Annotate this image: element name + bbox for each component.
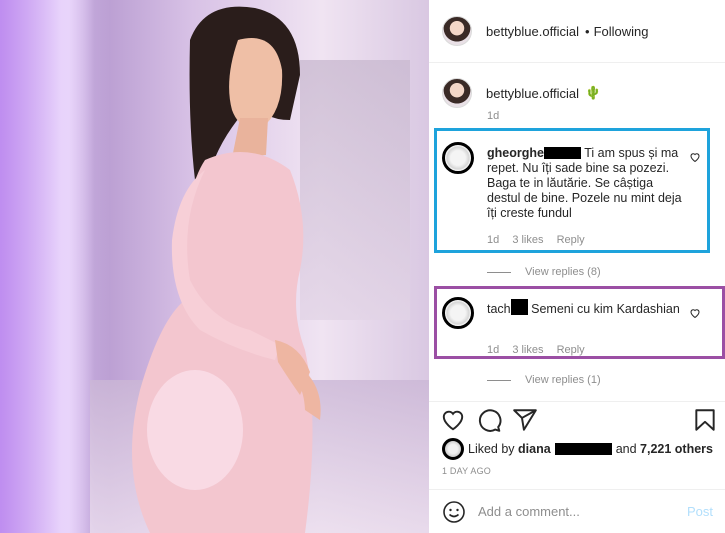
- view-replies-label: View replies (1): [525, 374, 601, 386]
- emoji-icon[interactable]: [442, 500, 466, 524]
- view-replies-label: View replies (8): [525, 266, 601, 278]
- comment-input[interactable]: [478, 504, 668, 519]
- likes-and: and: [615, 442, 637, 456]
- post-header: bettyblue.official • Following: [429, 0, 725, 63]
- liker-username[interactable]: diana: [518, 442, 551, 456]
- caption-avatar[interactable]: [442, 78, 472, 108]
- post-photo[interactable]: [0, 0, 429, 533]
- post-button[interactable]: Post: [687, 504, 713, 519]
- share-icon[interactable]: [512, 407, 538, 433]
- replies-line: [487, 379, 511, 381]
- bookmark-icon[interactable]: [692, 407, 718, 433]
- replies-line: [487, 271, 511, 273]
- post-timestamp[interactable]: 1 DAY AGO: [442, 466, 491, 476]
- following-button[interactable]: Following: [594, 24, 649, 39]
- cactus-emoji: 🌵: [585, 85, 602, 100]
- header-separator: •: [585, 23, 590, 39]
- post-actions: Liked by diana and 7,221 others 1 DAY AG…: [429, 401, 725, 489]
- author-username[interactable]: bettyblue.official: [486, 24, 579, 39]
- comment-icon[interactable]: [476, 407, 502, 433]
- likes-summary[interactable]: Liked by diana and 7,221 others: [442, 438, 713, 460]
- likes-others[interactable]: 7,221 others: [640, 442, 713, 456]
- caption: bettyblue.official 🌵: [442, 78, 601, 108]
- caption-timestamp: 1d: [487, 110, 500, 122]
- view-replies-button[interactable]: View replies (1): [487, 374, 601, 386]
- post-side-panel: bettyblue.official • Following bettyblue…: [429, 0, 725, 533]
- liked-by-label: Liked by: [468, 442, 515, 456]
- redaction-box: [554, 443, 612, 455]
- highlight-box-purple: [434, 286, 725, 359]
- heart-icon[interactable]: [440, 407, 466, 433]
- author-avatar[interactable]: [442, 16, 472, 46]
- highlight-box-blue: [434, 128, 710, 253]
- caption-username[interactable]: bettyblue.official: [486, 86, 579, 101]
- photo-figure: [132, 6, 321, 533]
- add-comment-bar: Post: [429, 489, 725, 533]
- view-replies-button[interactable]: View replies (8): [487, 266, 601, 278]
- liker-avatar[interactable]: [442, 438, 464, 460]
